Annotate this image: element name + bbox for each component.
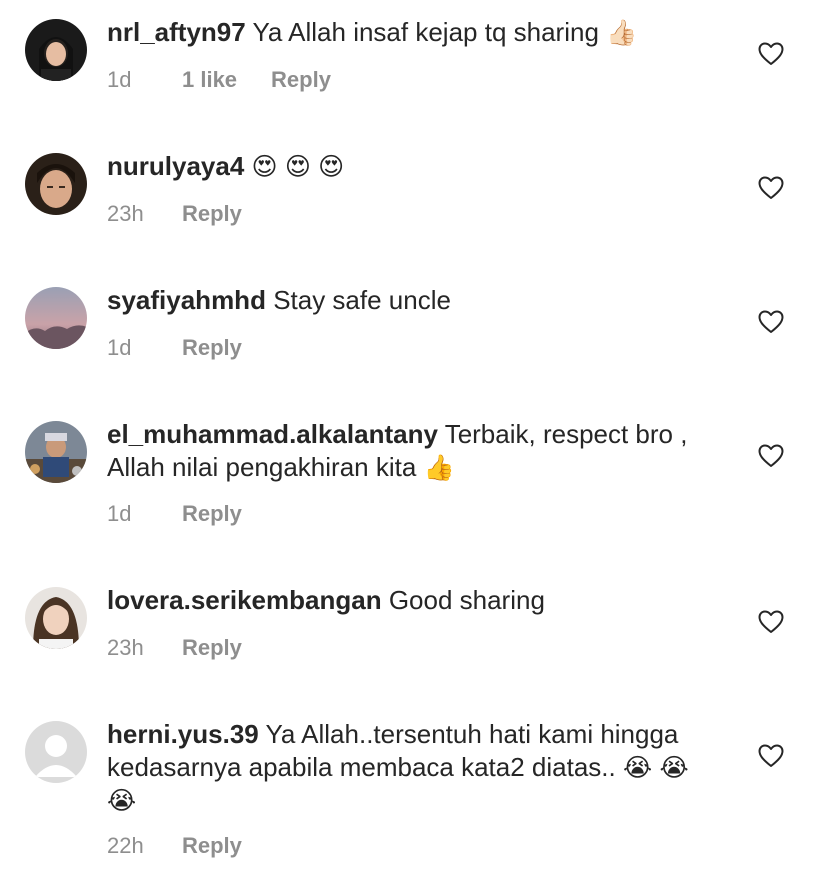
avatar[interactable]	[25, 19, 87, 81]
comment-text: Ya Allah insaf kejap tq sharing	[252, 17, 599, 47]
timestamp: 23h	[107, 201, 144, 226]
comment-body: el_muhammad.alkalantany Terbaik, respect…	[107, 418, 717, 484]
reply-button[interactable]: Reply	[182, 833, 242, 858]
timestamp: 1d	[107, 501, 132, 526]
heart-outline-icon[interactable]	[758, 42, 784, 66]
comment-meta: 23h Reply	[107, 635, 242, 661]
emoji: 😭	[107, 786, 137, 815]
avatar[interactable]	[25, 587, 87, 649]
comment-body: lovera.serikembangan Good sharing	[107, 584, 717, 617]
comment-meta: 23h Reply	[107, 201, 242, 227]
reply-button[interactable]: Reply	[182, 501, 242, 526]
username-link[interactable]: el_muhammad.alkalantany	[107, 419, 438, 449]
comment-meta: 22h Reply	[107, 833, 242, 859]
heart-outline-icon[interactable]	[758, 610, 784, 634]
comment-body: syafiyahmhd Stay safe uncle	[107, 284, 717, 317]
username-link[interactable]: herni.yus.39	[107, 719, 259, 749]
heart-outline-icon[interactable]	[758, 176, 784, 200]
comment-body: herni.yus.39 Ya Allah..tersentuh hati ka…	[107, 718, 717, 817]
timestamp: 1d	[107, 335, 132, 360]
heart-outline-icon[interactable]	[758, 444, 784, 468]
avatar[interactable]	[25, 153, 87, 215]
timestamp: 1d	[107, 67, 132, 92]
comment-meta: 1d 1 like Reply	[107, 67, 331, 93]
reply-button[interactable]: Reply	[271, 67, 331, 92]
comment-meta: 1d Reply	[107, 501, 242, 527]
timestamp: 23h	[107, 635, 144, 660]
timestamp: 22h	[107, 833, 144, 858]
heart-outline-icon[interactable]	[758, 744, 784, 768]
emoji: 😍	[318, 152, 345, 181]
username-link[interactable]: lovera.serikembangan	[107, 585, 382, 615]
emoji: 😍	[251, 152, 278, 181]
emoji: 👍🏻	[606, 18, 638, 47]
comment-body: nrl_aftyn97 Ya Allah insaf kejap tq shar…	[107, 16, 717, 49]
username-link[interactable]: syafiyahmhd	[107, 285, 266, 315]
comment-body: nurulyaya4 😍 😍 😍	[107, 150, 717, 183]
reply-button[interactable]: Reply	[182, 201, 242, 226]
comment-text: Stay safe uncle	[273, 285, 451, 315]
emoji: 😭	[659, 753, 689, 782]
username-link[interactable]: nurulyaya4	[107, 151, 244, 181]
reply-button[interactable]: Reply	[182, 635, 242, 660]
reply-button[interactable]: Reply	[182, 335, 242, 360]
comment-text: Good sharing	[388, 585, 545, 615]
default-avatar-icon[interactable]	[25, 721, 87, 783]
emoji: 😭	[623, 753, 653, 782]
avatar[interactable]	[25, 421, 87, 483]
emoji: 👍	[423, 453, 455, 482]
heart-outline-icon[interactable]	[758, 310, 784, 334]
username-link[interactable]: nrl_aftyn97	[107, 17, 246, 47]
likes-count[interactable]: 1 like	[182, 67, 237, 92]
avatar[interactable]	[25, 287, 87, 349]
comment-meta: 1d Reply	[107, 335, 242, 361]
emoji: 😍	[284, 152, 311, 181]
